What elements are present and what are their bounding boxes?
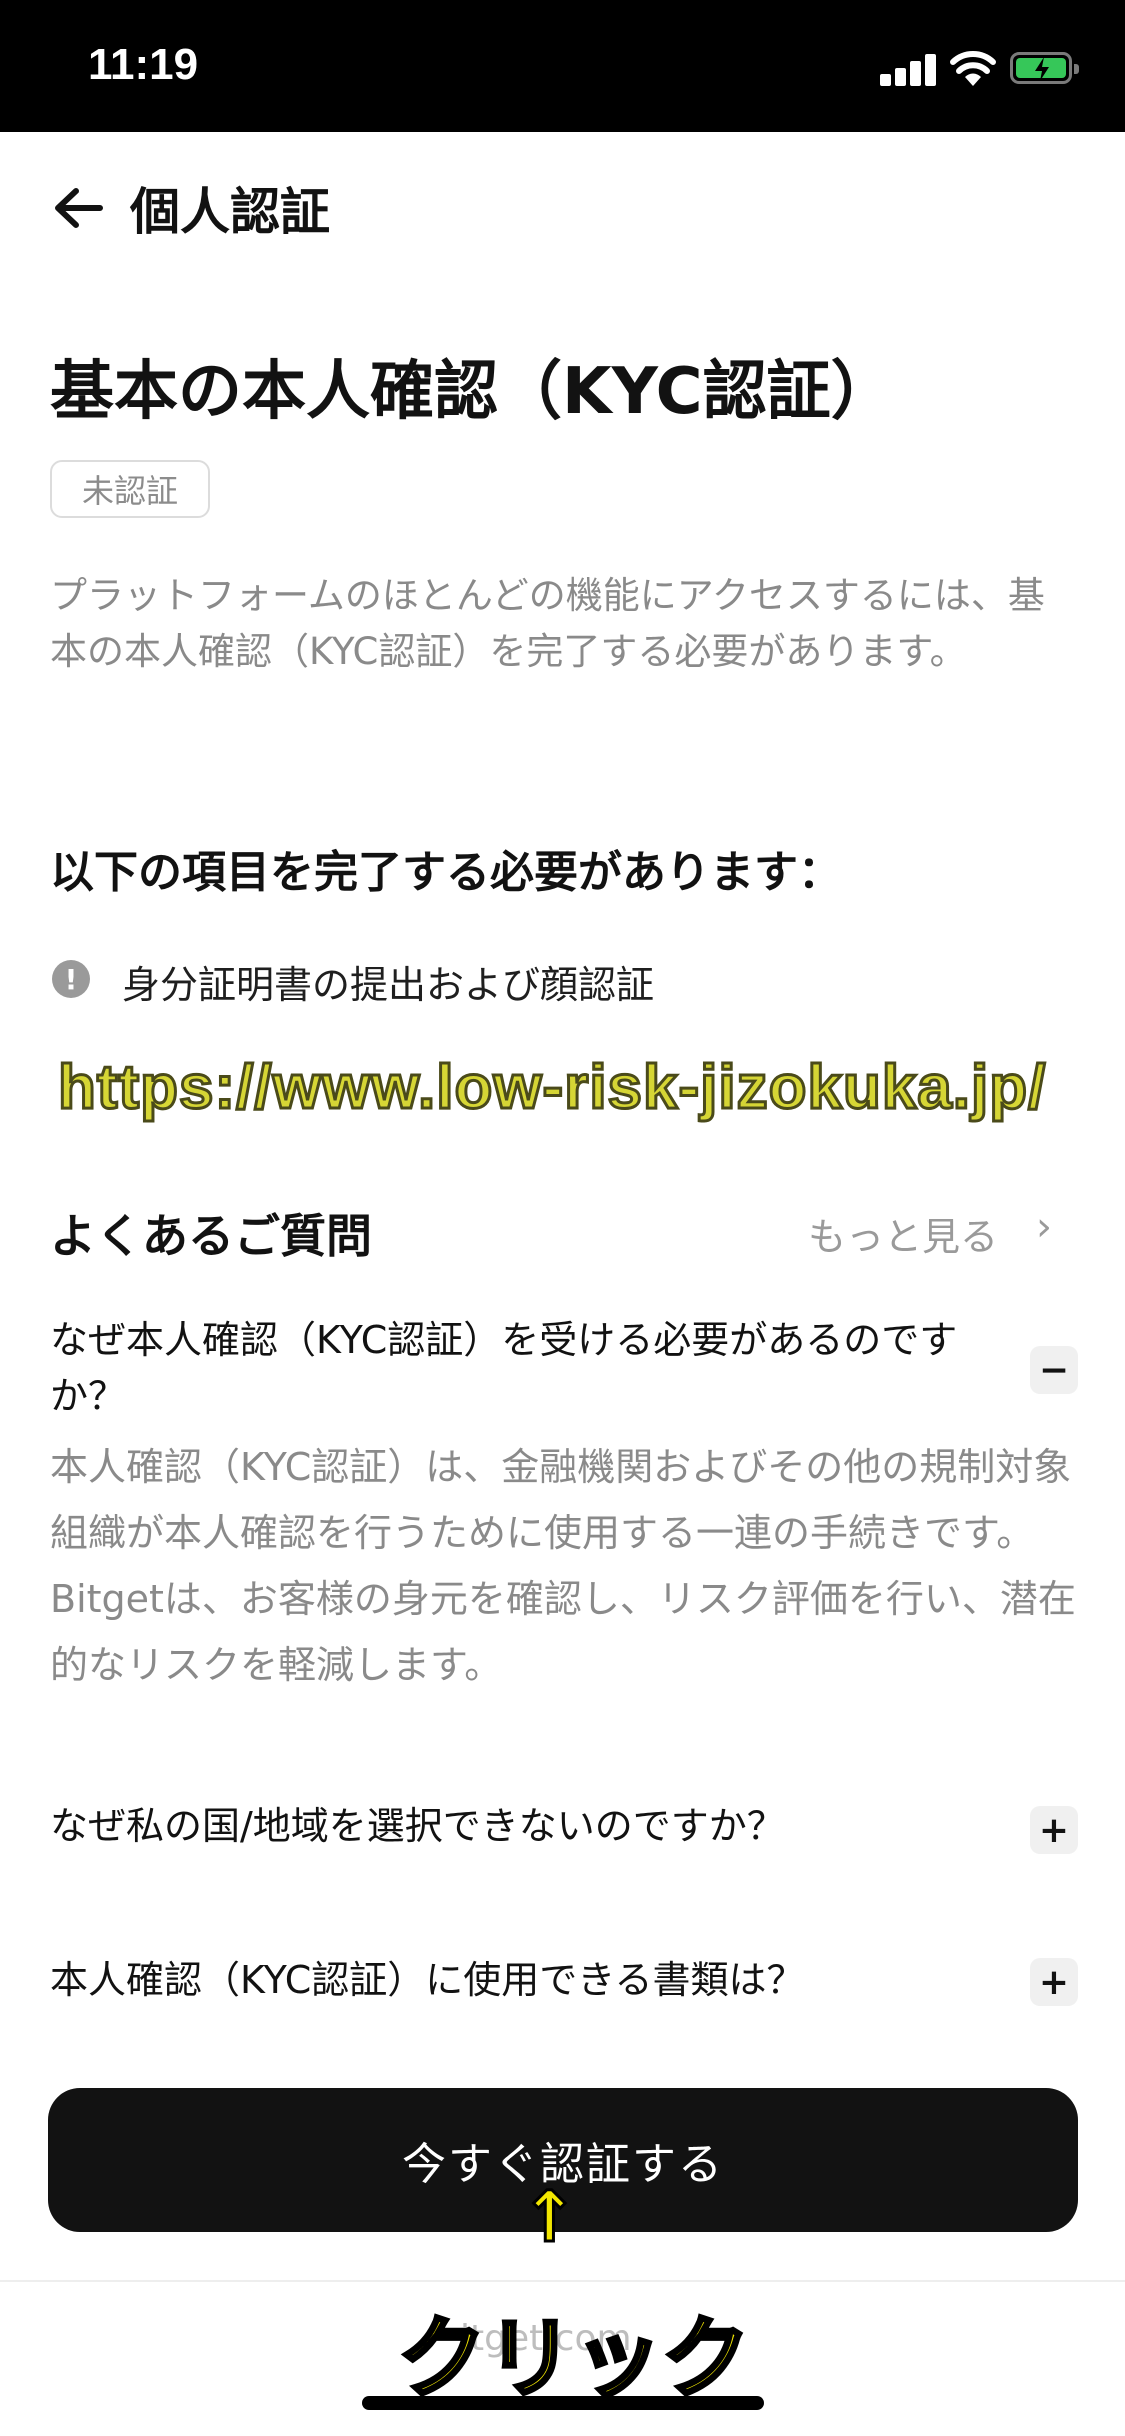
alert-icon: ! <box>52 960 90 998</box>
faq-question-1[interactable]: なぜ本人確認（KYC認証）を受ける必要があるのですか？ <box>50 1312 1010 1424</box>
battery-icon <box>1010 52 1079 84</box>
wifi-icon <box>950 48 996 88</box>
faq-heading: よくあるご質問 <box>50 1209 372 1263</box>
faq-question-2[interactable]: なぜ私の国/地域を選択できないのですか？ <box>50 1798 1010 1854</box>
back-button[interactable] <box>48 178 108 238</box>
page-title: 個人認証 <box>130 183 330 241</box>
requirements-heading: 以下の項目を完了する必要があります： <box>50 847 842 898</box>
status-badge: 未認証 <box>50 460 210 518</box>
chevron-right-icon[interactable]: › <box>1036 1204 1052 1250</box>
faq-answer-1: 本人確認（KYC認証）は、金融機関およびその他の規制対象組織が本人確認を行うため… <box>50 1445 1076 1687</box>
kyc-title: 基本の本人確認（KYC認証） <box>50 355 895 429</box>
requirement-item-id-face: 身分証明書の提出および顔認証 <box>122 963 655 1007</box>
expand-icon[interactable]: + <box>1030 1958 1078 2006</box>
divider <box>0 2280 1125 2282</box>
status-time: 11:19 <box>88 40 199 89</box>
faq-more-link[interactable]: もっと見る <box>808 1206 998 1261</box>
signal-icon <box>880 52 936 86</box>
back-arrow-icon <box>55 188 103 228</box>
annotation-arrow: ↑ <box>519 2175 581 2260</box>
collapse-icon[interactable]: − <box>1030 1346 1078 1394</box>
home-indicator[interactable] <box>362 2396 764 2410</box>
watermark-url: https://www.low-risk-jizokuka.jp/ <box>56 1052 1047 1124</box>
description: プラットフォームのほとんどの機能にアクセスするには、基本の本人確認（KYC認証）… <box>50 574 1045 673</box>
expand-icon[interactable]: + <box>1030 1806 1078 1854</box>
faq-question-3[interactable]: 本人確認（KYC認証）に使用できる書類は？ <box>50 1952 1010 2008</box>
